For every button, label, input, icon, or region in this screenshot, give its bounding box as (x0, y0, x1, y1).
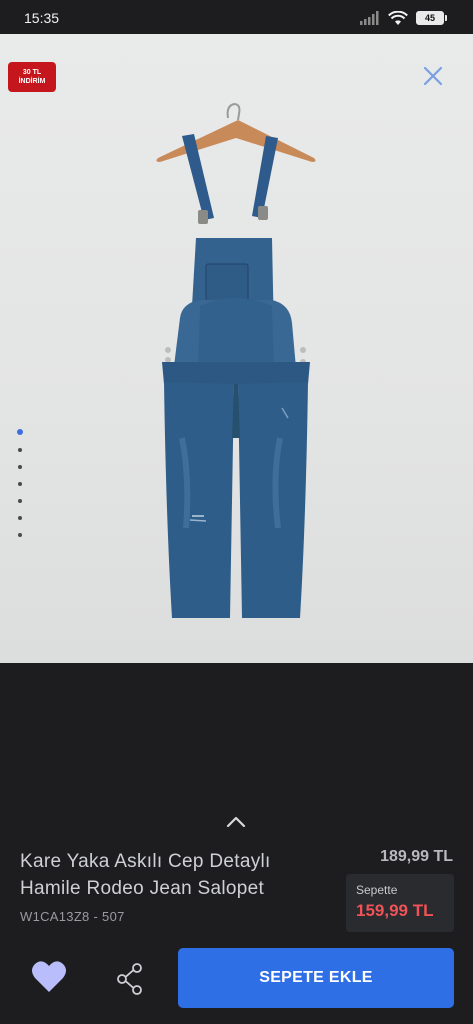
original-price: 189,99 TL (380, 848, 453, 865)
pagination-dot[interactable] (18, 516, 22, 520)
gallery-pagination[interactable] (17, 429, 23, 537)
product-photo (156, 102, 316, 618)
pagination-dot[interactable] (17, 429, 23, 435)
signal-icon (360, 11, 379, 25)
heart-icon[interactable] (30, 958, 68, 996)
basket-price: 159,99 TL (356, 901, 434, 920)
basket-price-label: Sepette (356, 883, 398, 897)
status-bar: 15:35 45 (0, 0, 473, 36)
pagination-dot[interactable] (18, 499, 22, 503)
pagination-dot[interactable] (18, 482, 22, 486)
status-time: 15:35 (24, 10, 60, 26)
chevron-up-icon[interactable] (224, 812, 248, 830)
battery-level: 45 (416, 11, 444, 25)
basket-price-box: Sepette 159,99 TL (346, 874, 454, 932)
battery-icon: 45 (416, 11, 447, 25)
product-title: Kare Yaka Askılı Cep Detaylı Hamile Rode… (20, 851, 271, 899)
discount-label: İNDİRİM (18, 78, 46, 85)
discount-amount: 30 TL (22, 69, 42, 76)
add-to-cart-button[interactable]: SEPETE EKLE (178, 948, 454, 1008)
wifi-icon (388, 10, 408, 25)
pagination-dot[interactable] (18, 533, 22, 537)
discount-badge: 30 TL İNDİRİM (8, 62, 56, 92)
pagination-dot[interactable] (18, 448, 22, 452)
close-icon[interactable] (421, 64, 445, 88)
share-icon[interactable] (116, 962, 144, 996)
product-code: W1CA13Z8 - 507 (20, 909, 125, 924)
pagination-dot[interactable] (18, 465, 22, 469)
status-icons: 45 (360, 10, 447, 26)
product-image-gallery[interactable]: 30 TL İNDİRİM (0, 34, 473, 663)
